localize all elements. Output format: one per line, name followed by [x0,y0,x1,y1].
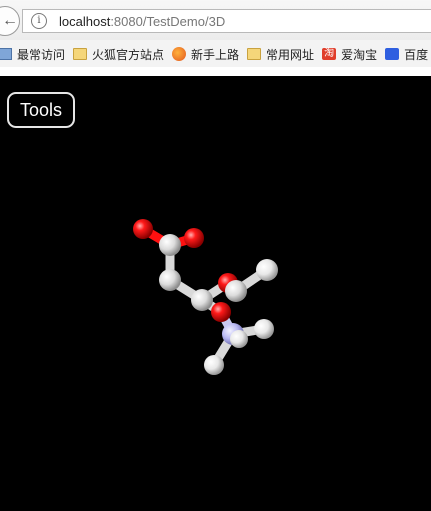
bookmark-label: 火狐官方站点 [92,47,165,62]
oxygen-atom [133,219,153,239]
hydrogen-atom [230,330,248,348]
bookmark-label: 常用网址 [266,47,315,62]
folder-icon [247,48,262,60]
carbon-atom [159,234,181,256]
bookmarks-bar: 最常访问 火狐官方站点 新手上路 常用网址 淘 爱淘宝 百度 [0,41,431,67]
bookmark-label: 百度 [404,47,429,62]
visited-icon [0,48,12,60]
bookmark-label: 爱淘宝 [341,47,378,62]
back-arrow-icon: ← [2,12,18,29]
oxygen-atom [184,228,204,248]
taobao-icon: 淘 [322,48,337,60]
bookmark-getting-started[interactable]: 新手上路 [172,46,239,63]
url-bar[interactable]: i localhost:8080/TestDemo/3D [22,9,431,33]
firefox-icon [172,47,187,61]
3d-viewer-canvas[interactable]: Tools [0,76,431,511]
hydrogen-atom [254,319,274,339]
carbon-atom [225,280,247,302]
carbon-atom [159,269,181,291]
bookmark-label: 最常访问 [17,47,66,62]
tools-button[interactable]: Tools [7,92,75,128]
atoms [133,219,278,375]
browser-chrome: ← i localhost:8080/TestDemo/3D 最常访问 火狐官方… [0,0,431,76]
bookmark-baidu[interactable]: 百度 [385,46,428,63]
carbon-atom [191,289,213,311]
info-icon[interactable]: i [31,13,47,29]
url-path: :8080/TestDemo/3D [110,13,226,29]
oxygen-atom [211,302,231,322]
bookmark-label: 新手上路 [191,47,240,62]
bookmark-firefox-official[interactable]: 火狐官方站点 [73,46,164,63]
baidu-icon [385,48,400,60]
molecule-model[interactable] [0,76,431,511]
bookmark-common-sites[interactable]: 常用网址 [247,46,314,63]
url-host: localhost [59,13,111,29]
hydrogen-atom [256,259,278,281]
hydrogen-atom [204,355,224,375]
bookmark-taobao[interactable]: 淘 爱淘宝 [322,46,377,63]
bookmark-most-visited[interactable]: 最常访问 [0,46,65,63]
address-bar-row: ← i localhost:8080/TestDemo/3D [0,0,431,40]
back-button[interactable]: ← [0,6,20,36]
page-top-strip [0,67,431,76]
url-text: localhost:8080/TestDemo/3D [59,14,225,29]
folder-icon [73,48,88,60]
